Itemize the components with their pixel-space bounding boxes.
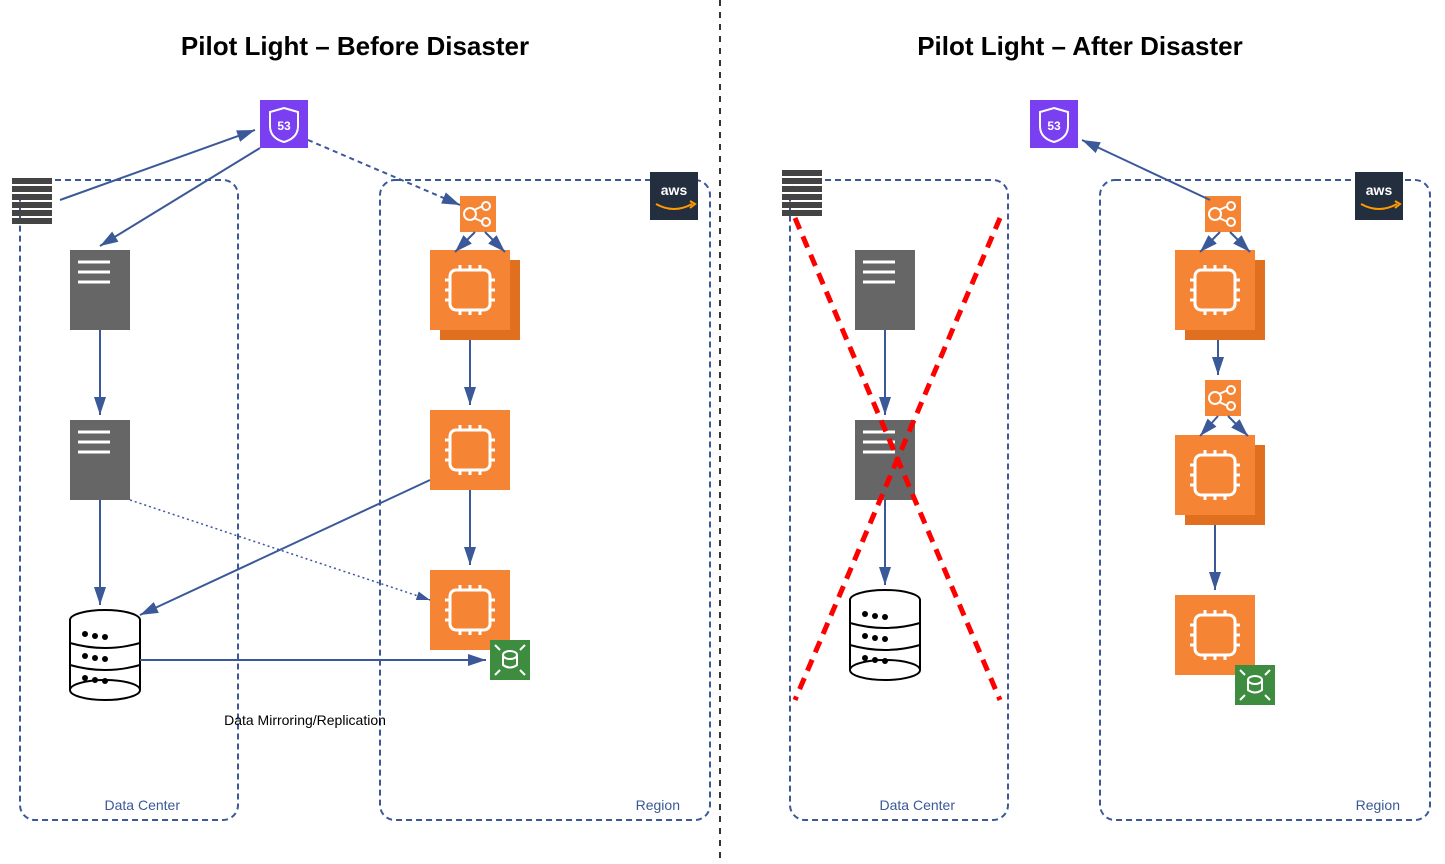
data-center-label-r: Data Center <box>880 797 956 813</box>
elb-mid-icon-r <box>1205 380 1241 416</box>
ec2-db-icon <box>430 570 510 650</box>
server-box-1-r <box>855 250 915 330</box>
server-box-2-r <box>855 420 915 500</box>
server-rack-icon-r <box>782 170 822 216</box>
diagram-svg: Pilot Light – Before Disaster Data Cente… <box>0 0 1445 864</box>
ec2-app-icon <box>430 410 510 490</box>
svg-text:53: 53 <box>1047 119 1061 133</box>
svg-text:aws: aws <box>1366 182 1393 198</box>
aws-logo-icon-r: aws <box>1355 172 1403 220</box>
arrow <box>100 148 260 246</box>
ec2-web-icon <box>430 250 520 340</box>
route53-icon: 53 <box>260 100 308 148</box>
ec2-web-icon-r <box>1175 250 1265 340</box>
region-label-r: Region <box>1356 797 1400 813</box>
arrow <box>140 480 430 615</box>
route53-icon-r: 53 <box>1030 100 1078 148</box>
svg-text:aws: aws <box>661 182 688 198</box>
arrow-dashed <box>308 140 460 205</box>
ec2-app-icon-r <box>1175 435 1265 525</box>
elb-icon-r <box>1205 196 1241 232</box>
replication-label: Data Mirroring/Replication <box>224 712 386 728</box>
server-rack-icon <box>12 178 52 224</box>
database-icon <box>70 610 140 700</box>
rds-icon-r <box>1235 665 1275 705</box>
arrow <box>455 232 475 252</box>
region-label: Region <box>636 797 680 813</box>
region-box <box>380 180 710 820</box>
server-box-1 <box>70 250 130 330</box>
rds-icon <box>490 640 530 680</box>
arrow <box>60 130 255 200</box>
data-center-label: Data Center <box>105 797 181 813</box>
svg-text:53: 53 <box>277 119 291 133</box>
ec2-db-icon-r <box>1175 595 1255 675</box>
server-box-2 <box>70 420 130 500</box>
arrow <box>1200 416 1218 436</box>
right-title: Pilot Light – After Disaster <box>917 31 1243 61</box>
arrow <box>1228 416 1248 436</box>
arrow <box>1200 232 1220 252</box>
database-icon-r <box>850 590 920 680</box>
aws-logo-icon: aws <box>650 172 698 220</box>
left-title: Pilot Light – Before Disaster <box>181 31 529 61</box>
arrow <box>485 232 505 252</box>
elb-icon <box>460 196 496 232</box>
arrow <box>1230 232 1250 252</box>
